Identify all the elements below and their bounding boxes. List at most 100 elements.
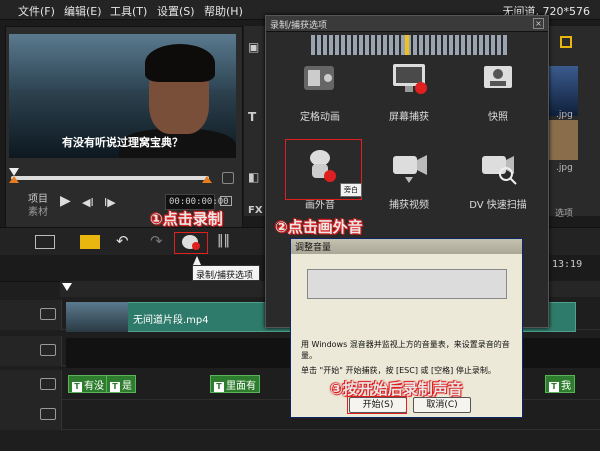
- volume-meter-tick: [389, 35, 393, 55]
- menu-settings[interactable]: 设置(S): [157, 3, 195, 19]
- media-tool-icon[interactable]: ▣: [248, 40, 262, 54]
- title-clip[interactable]: T 有没: [68, 375, 108, 393]
- stop-motion-option[interactable]: 定格动画: [280, 56, 360, 136]
- playhead-marker[interactable]: [62, 283, 72, 291]
- close-icon[interactable]: ×: [533, 18, 544, 29]
- mark-out-handle[interactable]: [202, 176, 212, 183]
- library-thumb-label: .jpg: [556, 163, 573, 173]
- title-clip[interactable]: T 里面有: [210, 375, 260, 393]
- fx-tool-icon[interactable]: FX: [248, 205, 263, 219]
- library-thumbnail[interactable]: [548, 66, 578, 116]
- title-clip-icon: T: [72, 382, 82, 392]
- title-tool-icon[interactable]: T: [248, 110, 262, 124]
- volume-meter-tick: [371, 35, 375, 55]
- menu-file[interactable]: 文件(F): [18, 3, 55, 19]
- scrub-bar[interactable]: [11, 176, 209, 180]
- redo-icon[interactable]: ↷: [150, 232, 163, 250]
- volume-meter-tick: [425, 35, 429, 55]
- volume-meter-tick: [419, 35, 423, 55]
- cancel-button[interactable]: 取消(C): [413, 397, 471, 413]
- next-frame-icon[interactable]: Ⅰ▶: [104, 196, 116, 209]
- dv-scan-label: DV 快速扫描: [469, 200, 527, 211]
- title-track-icon[interactable]: [40, 378, 56, 390]
- volume-meter: [307, 269, 507, 299]
- timeline-duration: 13:19: [552, 259, 583, 270]
- volume-meter-tick: [473, 35, 477, 55]
- capture-video-label: 捕获视频: [389, 200, 429, 211]
- library-thumb-label: .jpg: [556, 110, 573, 120]
- video-clip-thumbnail: [66, 302, 128, 332]
- library-options-button[interactable]: 选项: [555, 206, 573, 219]
- volume-meter-tick: [365, 35, 369, 55]
- title-clip-text: 里面有: [226, 381, 256, 392]
- volume-meter-tick: [497, 35, 501, 55]
- voiceover-tooltip: 旁白: [340, 183, 362, 197]
- snapshot-label: 快照: [488, 112, 508, 123]
- record-button-highlight: [174, 232, 208, 254]
- mark-in-handle[interactable]: [9, 176, 19, 183]
- storyboard-view-icon[interactable]: [35, 235, 55, 249]
- snapshot-icon: [484, 66, 512, 88]
- timecode-options-icon[interactable]: [220, 196, 232, 206]
- title-clip[interactable]: T我: [545, 375, 575, 393]
- record-tooltip: 录制/捕获选项: [192, 265, 260, 281]
- volume-meter-tick: [443, 35, 447, 55]
- annotation-step-2: ②点击画外音: [275, 218, 363, 236]
- volume-meter-tick: [317, 35, 321, 55]
- prev-frame-icon[interactable]: ◀Ⅰ: [82, 196, 94, 209]
- filter-tool-icon[interactable]: ◧: [248, 170, 262, 184]
- title-clip-text: 是: [122, 381, 132, 392]
- voice-track-icon[interactable]: [40, 408, 56, 420]
- stop-motion-label: 定格动画: [300, 112, 340, 123]
- grid-view-icon[interactable]: [560, 36, 572, 48]
- menu-help[interactable]: 帮助(H): [204, 3, 243, 19]
- undo-icon[interactable]: ↶: [116, 232, 129, 250]
- capture-video-option[interactable]: 捕获视频: [369, 144, 449, 224]
- video-clip-name: 无间道片段.mp4: [133, 315, 209, 326]
- capture-video-icon: [393, 155, 427, 183]
- video-hair: [145, 44, 215, 82]
- title-track-header: [0, 370, 62, 400]
- volume-meter-tick: [347, 35, 351, 55]
- volume-meter-tick: [479, 35, 483, 55]
- volume-meter-tick: [503, 35, 507, 55]
- title-clip[interactable]: T是: [106, 375, 136, 393]
- dv-scan-icon: [482, 156, 517, 185]
- volume-meter-tick: [335, 35, 339, 55]
- video-track-icon[interactable]: [40, 308, 56, 320]
- library-thumbnail[interactable]: [548, 120, 578, 160]
- menu-tools[interactable]: 工具(T): [110, 3, 147, 19]
- video-preview: 有没有听说过理窝宝典？: [9, 34, 236, 158]
- volume-meter-tick: [491, 35, 495, 55]
- video-track-header: [0, 300, 62, 330]
- annotation-step-3: ③按开始后录制声音: [330, 380, 463, 398]
- play-icon[interactable]: ▶: [60, 193, 71, 209]
- overlay-track-icon[interactable]: [40, 344, 56, 356]
- volume-meter-tick: [437, 35, 441, 55]
- adjust-volume-title: 调整音量: [291, 239, 522, 254]
- capture-dialog-title: 录制/捕获选项: [266, 16, 548, 32]
- dv-scan-option[interactable]: DV 快速扫描: [458, 144, 538, 224]
- volume-meter-tick: [431, 35, 435, 55]
- volume-meter-tick: [383, 35, 387, 55]
- stop-motion-icon: [304, 66, 334, 90]
- instruction-line-1: 用 Windows 混音器并监视上方的音量表，来设置录音的音量。: [301, 340, 510, 360]
- video-subtitle: 有没有听说过理窝宝典？: [62, 136, 183, 149]
- volume-meter-tick: [329, 35, 333, 55]
- title-clip-icon: T: [549, 382, 559, 392]
- screen-capture-option[interactable]: 屏幕捕获: [369, 56, 449, 136]
- volume-meter-tick: [359, 35, 363, 55]
- enlarge-preview-icon[interactable]: [222, 172, 234, 184]
- audio-mixer-icon[interactable]: ‖‖: [217, 233, 230, 248]
- scrub-head[interactable]: [9, 168, 19, 176]
- menu-edit[interactable]: 编辑(E): [64, 3, 102, 19]
- adjust-volume-instructions: 用 Windows 混音器并监视上方的音量表，来设置录音的音量。 单击 "开始"…: [301, 339, 516, 376]
- volume-meter-tick: [311, 35, 315, 55]
- timeline-view-icon[interactable]: [80, 235, 100, 249]
- instruction-line-2: 单击 "开始" 开始捕获，按 [ESC] 或 [空格] 停止录制。: [301, 366, 496, 375]
- title-clip-text: 有没: [84, 381, 104, 392]
- screen-capture-label: 屏幕捕获: [389, 112, 429, 123]
- mode-clip[interactable]: 素材: [28, 203, 48, 218]
- snapshot-option[interactable]: 快照: [458, 56, 538, 136]
- volume-meter-tick: [341, 35, 345, 55]
